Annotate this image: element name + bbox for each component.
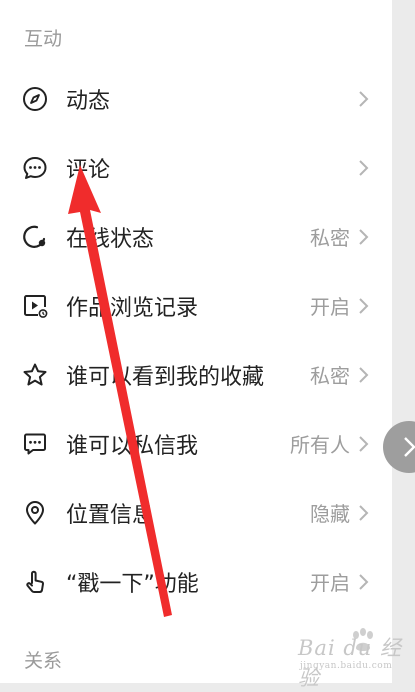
watermark-url: jingyan.baidu.com (300, 661, 393, 671)
online-status-icon (21, 223, 49, 251)
settings-row-value: 所有人 (290, 433, 350, 457)
poke-hand-icon (21, 568, 49, 596)
chevron-right-icon (359, 297, 369, 314)
chevron-right-icon (359, 435, 369, 452)
baidu-jingyan-watermark: Bai du 经验 jingyan.baidu.com (296, 626, 408, 690)
settings-row-online-status[interactable]: 在线状态 私密 (0, 202, 392, 271)
settings-row-label: “戳一下”功能 (66, 571, 199, 597)
chevron-right-icon (359, 573, 369, 590)
star-icon (21, 361, 49, 389)
chevron-right-icon (404, 437, 415, 457)
settings-row-label: 谁可以私信我 (66, 433, 199, 459)
compass-icon (21, 85, 49, 113)
settings-row-label: 作品浏览记录 (66, 295, 199, 321)
settings-row-value: 开启 (310, 295, 350, 319)
chevron-right-icon (359, 504, 369, 521)
settings-row-label: 谁可以看到我的收藏 (66, 364, 265, 390)
settings-row-direct-message[interactable]: 谁可以私信我 所有人 (0, 409, 392, 478)
settings-row-label: 位置信息 (66, 502, 155, 528)
section-label-relations: 关系 (24, 650, 63, 672)
privacy-settings-panel: 互动 动态 评论 在线状态 私密 作品浏览记录 开启 谁可以看到我的收藏 私密 … (0, 0, 392, 683)
chevron-right-icon (359, 90, 369, 107)
chevron-right-icon (359, 366, 369, 383)
settings-row-label: 在线状态 (66, 226, 155, 252)
message-icon (21, 430, 49, 458)
settings-row-value: 私密 (310, 226, 350, 250)
settings-row-comments[interactable]: 评论 (0, 133, 392, 202)
play-history-icon (21, 292, 49, 320)
settings-row-value: 私密 (310, 364, 350, 388)
settings-row-poke[interactable]: “戳一下”功能 开启 (0, 547, 392, 616)
settings-row-label: 动态 (66, 88, 111, 114)
section-label-interaction: 互动 (24, 28, 63, 50)
chevron-right-icon (359, 159, 369, 176)
chevron-right-icon (359, 228, 369, 245)
settings-row-value: 开启 (310, 571, 350, 595)
settings-row-value: 隐藏 (310, 502, 350, 526)
settings-row-label: 评论 (66, 157, 111, 183)
comment-bubble-icon (21, 154, 49, 182)
settings-row-feed[interactable]: 动态 (0, 64, 392, 133)
settings-row-favorites-visibility[interactable]: 谁可以看到我的收藏 私密 (0, 340, 392, 409)
settings-row-view-history[interactable]: 作品浏览记录 开启 (0, 271, 392, 340)
location-pin-icon (21, 499, 49, 527)
settings-row-location[interactable]: 位置信息 隐藏 (0, 478, 392, 547)
